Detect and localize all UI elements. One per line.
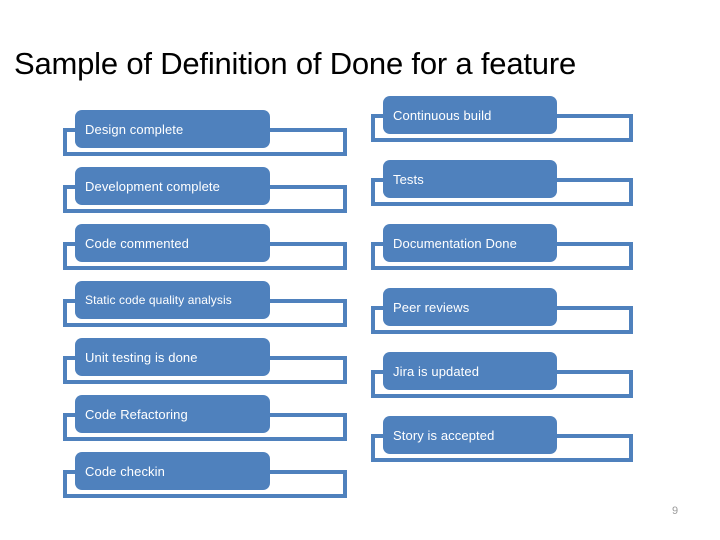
- checklist-item[interactable]: Code commented: [60, 218, 350, 275]
- checklist-item-label: Code Refactoring: [85, 406, 188, 422]
- page-title: Sample of Definition of Done for a featu…: [14, 46, 576, 81]
- checklist-item-label: Unit testing is done: [85, 349, 198, 365]
- checklist-item[interactable]: Static code quality analysis: [60, 275, 350, 332]
- checklist-item-pill[interactable]: Code commented: [75, 224, 270, 262]
- checklist-item[interactable]: Continuous build: [368, 90, 638, 154]
- checklist-item-pill[interactable]: Design complete: [75, 110, 270, 148]
- checklist-item-label: Static code quality analysis: [85, 292, 232, 307]
- checklist-item-label: Development complete: [85, 178, 220, 194]
- checklist-item[interactable]: Peer reviews: [368, 282, 638, 346]
- checklist-item-pill[interactable]: Documentation Done: [383, 224, 557, 262]
- checklist-item[interactable]: Code Refactoring: [60, 389, 350, 446]
- checklist-item-label: Continuous build: [393, 107, 492, 123]
- checklist-item[interactable]: Tests: [368, 154, 638, 218]
- checklist-item-pill[interactable]: Code Refactoring: [75, 395, 270, 433]
- checklist-item-label: Code checkin: [85, 463, 165, 479]
- checklist-item-pill[interactable]: Jira is updated: [383, 352, 557, 390]
- checklist-item-label: Design complete: [85, 121, 184, 137]
- checklist-item-pill[interactable]: Code checkin: [75, 452, 270, 490]
- checklist-item-pill[interactable]: Unit testing is done: [75, 338, 270, 376]
- page-number: 9: [671, 505, 679, 517]
- checklist-item-label: Code commented: [85, 235, 190, 251]
- checklist-item[interactable]: Story is accepted: [368, 410, 638, 474]
- checklist-item-label: Tests: [393, 171, 424, 187]
- checklist-item-label: Peer reviews: [393, 299, 470, 315]
- checklist-item-label: Story is accepted: [393, 427, 495, 443]
- slide-canvas: Sample of Definition of Done for a featu…: [0, 0, 720, 540]
- checklist-item[interactable]: Code checkin: [60, 446, 350, 503]
- checklist-item[interactable]: Unit testing is done: [60, 332, 350, 389]
- checklist-item-pill[interactable]: Static code quality analysis: [75, 281, 270, 319]
- checklist-column-right: Continuous build Tests Documentation Done P…: [368, 90, 638, 474]
- checklist-item-pill[interactable]: Continuous build: [383, 96, 557, 134]
- checklist-item[interactable]: Development complete: [60, 161, 350, 218]
- checklist-item[interactable]: Design complete: [60, 104, 350, 161]
- checklist-item-pill[interactable]: Peer reviews: [383, 288, 557, 326]
- checklist-item-pill[interactable]: Story is accepted: [383, 416, 557, 454]
- checklist-item-pill[interactable]: Tests: [383, 160, 557, 198]
- checklist-item-label: Documentation Done: [393, 235, 517, 251]
- checklist-item[interactable]: Documentation Done: [368, 218, 638, 282]
- checklist-item-label: Jira is updated: [393, 363, 480, 379]
- checklist-item[interactable]: Jira is updated: [368, 346, 638, 410]
- checklist-column-left: Design complete Development complete Code …: [60, 104, 350, 503]
- checklist-item-pill[interactable]: Development complete: [75, 167, 270, 205]
